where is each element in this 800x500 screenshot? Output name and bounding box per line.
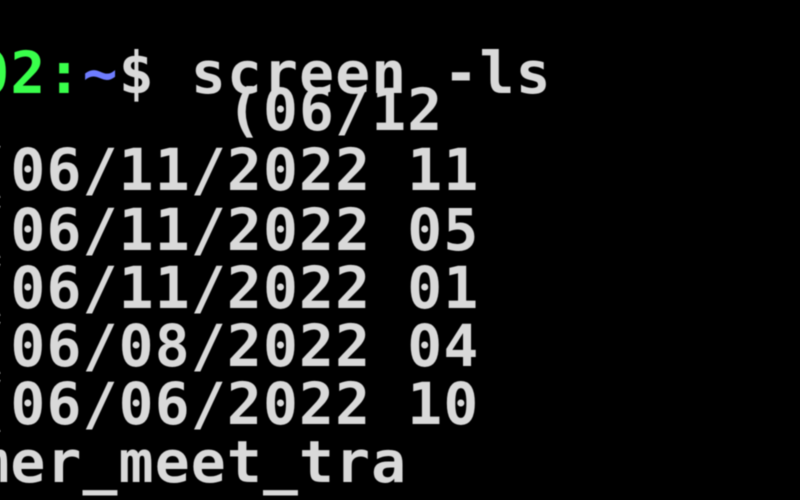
session-datetime: (06/12	[227, 76, 443, 144]
session-row: (06/11/2022 05	[0, 200, 800, 261]
session-row: (06/06/2022 10	[0, 374, 800, 435]
session-row: oformer_meet_tra	[0, 432, 800, 493]
session-row: op (06/08/2022 04	[0, 316, 800, 377]
session-name: oformer_meet_tra	[0, 428, 407, 496]
session-row: k (06/11/2022 01	[0, 258, 800, 319]
session-row: us (06/11/2022 11	[0, 140, 800, 201]
session-datetime: (06/11/2022 11	[0, 136, 479, 204]
terminal-viewport[interactable]: 02:~$ screen -ls oad (06/12 us (06/11/20…	[0, 0, 800, 500]
session-row: oad (06/12	[0, 80, 800, 141]
